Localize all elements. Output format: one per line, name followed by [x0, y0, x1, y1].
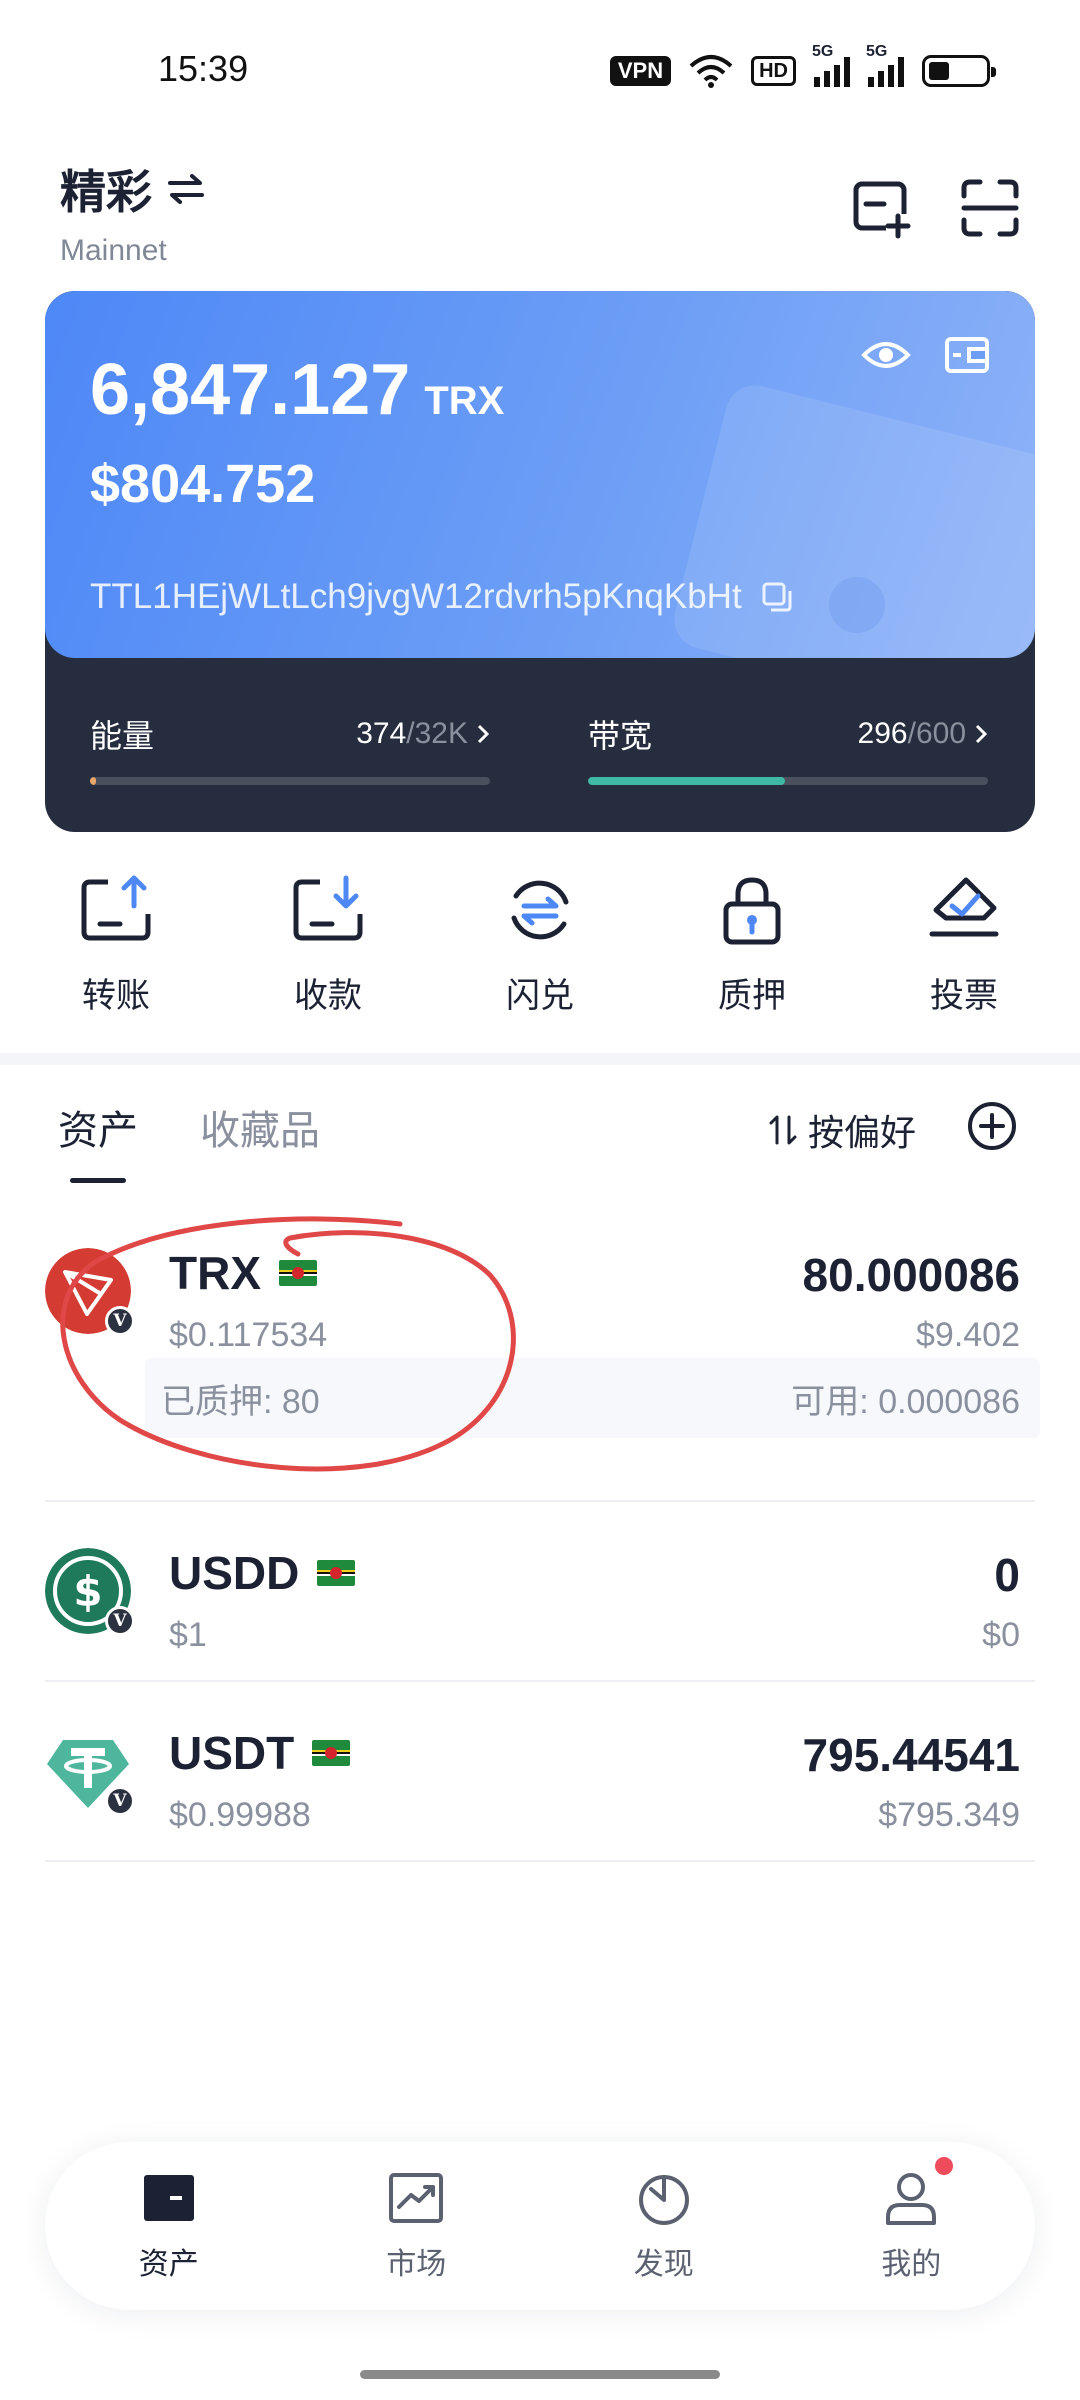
- chevron-right-icon: [477, 724, 490, 744]
- nav-discover[interactable]: 发现: [564, 2169, 764, 2283]
- tab-indicator: [70, 1178, 126, 1183]
- signal-icon-2: 5G: [866, 43, 904, 87]
- trx-balance: 6,847.127 TRX: [90, 349, 504, 431]
- asset-symbol: USDD: [169, 1546, 356, 1600]
- tab-collectibles[interactable]: 收藏品: [200, 1098, 320, 1156]
- switch-wallet-icon: [168, 174, 204, 204]
- asset-symbol: TRX: [169, 1246, 317, 1300]
- copy-icon[interactable]: [760, 580, 794, 614]
- asset-price: $1: [169, 1616, 207, 1654]
- asset-row-trx[interactable]: V TRX $0.117534 80.000086 $9.402 已质押: 80…: [45, 1246, 1040, 1448]
- balance-card-top: 6,847.127 TRX $804.752 TTL1HEjWLtLch9jvg…: [45, 291, 1035, 658]
- sort-label: 按偏好: [808, 1112, 917, 1153]
- row-divider: [45, 1860, 1035, 1862]
- stake-info: 已质押: 80 可用: 0.000086: [145, 1358, 1040, 1438]
- row-divider: [45, 1500, 1035, 1502]
- svg-text:$: $: [73, 1567, 102, 1616]
- asset-value: $0: [982, 1616, 1020, 1654]
- signal-icon-1: 5G: [812, 43, 850, 87]
- wallet-icon: [143, 2175, 194, 2221]
- receive-icon: [293, 875, 363, 941]
- card-decoration-dot: [829, 577, 885, 633]
- wifi-icon: [689, 55, 733, 88]
- asset-amount: 80.000086: [802, 1249, 1020, 1301]
- add-token-icon[interactable]: [966, 1100, 1018, 1152]
- flag-icon: [312, 1740, 351, 1766]
- verified-badge-icon: V: [105, 1606, 135, 1636]
- asset-tabs: 资产 收藏品: [58, 1098, 320, 1156]
- action-transfer[interactable]: 转账: [20, 872, 212, 1017]
- verified-badge-icon: V: [105, 1306, 135, 1336]
- asset-row-usdd[interactable]: $ V USDD $1 0 $0: [45, 1546, 1035, 1654]
- asset-symbol: USDT: [169, 1726, 351, 1780]
- bottom-navigation: 资产 市场 发现 我的: [45, 2142, 1035, 2310]
- asset-amount: 795.44541: [802, 1729, 1020, 1781]
- nav-assets[interactable]: 资产: [69, 2169, 269, 2283]
- discover-icon: [638, 2175, 689, 2225]
- eye-icon[interactable]: [860, 333, 912, 377]
- wallet-card-icon[interactable]: [941, 333, 993, 377]
- energy-label: 能量: [90, 718, 155, 754]
- asset-price: $0.117534: [169, 1316, 328, 1354]
- nav-market[interactable]: 市场: [316, 2169, 516, 2283]
- asset-row-usdt[interactable]: V USDT $0.99988 795.44541 $795.349: [45, 1726, 1035, 1834]
- profile-icon: [886, 2173, 937, 2225]
- wallet-address[interactable]: TTL1HEjWLtLch9jvgW12rdvrh5pKnqKbHt: [90, 577, 794, 617]
- lock-icon: [723, 877, 781, 945]
- bandwidth-resource[interactable]: 带宽 296/600: [588, 711, 988, 785]
- asset-amount: 0: [994, 1549, 1020, 1601]
- balance-usd: $804.752: [90, 454, 316, 514]
- asset-value: $795.349: [878, 1796, 1020, 1834]
- sort-icon: [769, 1115, 797, 1145]
- action-stake[interactable]: 质押: [656, 872, 848, 1017]
- row-divider: [45, 1680, 1035, 1682]
- status-icons: VPN HD 5G 5G: [609, 43, 996, 88]
- wallet-header: 精彩 Mainnet: [60, 156, 206, 268]
- bandwidth-bar: [588, 777, 988, 785]
- status-bar: 15:39 VPN HD 5G 5G: [0, 0, 1080, 140]
- balance-amount: 6,847.127: [90, 350, 411, 430]
- section-divider: [0, 1053, 1080, 1065]
- bandwidth-label: 带宽: [588, 718, 653, 754]
- asset-price: $0.99988: [169, 1796, 311, 1834]
- balance-unit: TRX: [424, 379, 505, 423]
- quick-actions: 转账 收款 闪兑 质押 投票: [0, 872, 1080, 1017]
- add-wallet-icon[interactable]: [850, 176, 914, 240]
- battery-icon: [922, 55, 996, 87]
- nav-profile[interactable]: 我的: [811, 2157, 1011, 2283]
- scan-icon[interactable]: [958, 176, 1022, 240]
- energy-bar-fill: [90, 777, 96, 785]
- network-label: Mainnet: [60, 234, 167, 267]
- status-time: 15:39: [158, 48, 249, 89]
- energy-value: 374/32K: [356, 717, 490, 751]
- wallet-name: 精彩: [60, 166, 152, 218]
- action-vote[interactable]: 投票: [868, 872, 1060, 1017]
- wallet-switcher[interactable]: 精彩: [60, 156, 206, 222]
- swap-icon: [511, 880, 569, 940]
- send-icon: [81, 875, 151, 941]
- chart-icon: [389, 2173, 444, 2223]
- verified-badge-icon: V: [105, 1786, 135, 1816]
- home-indicator[interactable]: [360, 2370, 720, 2379]
- asset-value: $9.402: [916, 1316, 1020, 1354]
- notification-dot: [935, 2157, 954, 2175]
- staked-amount: 已质押: 80: [161, 1382, 320, 1421]
- sort-button[interactable]: 按偏好: [768, 1104, 916, 1156]
- tab-assets[interactable]: 资产: [58, 1098, 138, 1156]
- bandwidth-bar-fill: [588, 777, 786, 785]
- action-swap[interactable]: 闪兑: [444, 872, 636, 1017]
- energy-resource[interactable]: 能量 374/32K: [90, 711, 490, 785]
- address-text: TTL1HEjWLtLch9jvgW12rdvrh5pKnqKbHt: [90, 577, 742, 616]
- balance-card[interactable]: 6,847.127 TRX $804.752 TTL1HEjWLtLch9jvg…: [45, 291, 1035, 832]
- bandwidth-value: 296/600: [858, 717, 988, 751]
- vpn-icon: VPN: [609, 56, 672, 86]
- available-amount: 可用: 0.000086: [791, 1382, 1020, 1421]
- action-receive[interactable]: 收款: [232, 872, 424, 1017]
- vote-icon: [929, 877, 999, 937]
- flag-icon: [317, 1560, 356, 1586]
- energy-bar: [90, 777, 490, 785]
- chevron-right-icon: [975, 724, 988, 744]
- hd-icon: HD: [751, 56, 796, 86]
- flag-icon: [279, 1260, 317, 1286]
